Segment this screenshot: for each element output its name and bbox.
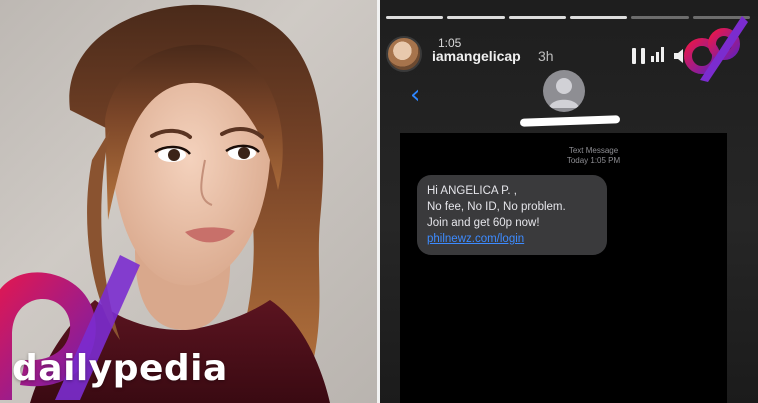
message-line: Hi ANGELICA P. , <box>427 185 517 197</box>
message-line: Join and get 60p now! <box>427 217 540 229</box>
story-progress-segment <box>386 16 444 19</box>
message-thread: Text Message Today 1:05 PM Hi ANGELICA P… <box>400 133 727 403</box>
message-line: No fee, No ID, No problem. <box>427 201 566 213</box>
story-progress-segment <box>569 16 628 19</box>
brand-logo-icon <box>684 16 748 82</box>
message-bubble: Hi ANGELICA P. , No fee, No ID, No probl… <box>417 175 607 255</box>
story-progress-segment <box>508 16 566 19</box>
pause-icon[interactable] <box>632 48 646 64</box>
story-progress-segment <box>447 16 505 19</box>
portrait-photo: dailypedia <box>0 0 377 403</box>
message-type-label: Text Message <box>568 146 619 155</box>
brand-name: dailypedia <box>12 348 228 389</box>
contact-name-redaction <box>519 115 621 127</box>
story-username[interactable]: iamangelicap <box>432 48 521 64</box>
message-link[interactable]: philnewz.com/login <box>427 231 597 247</box>
back-chevron-icon[interactable]: ‹ <box>410 80 420 110</box>
message-timestamp: Today 1:05 PM <box>566 156 621 165</box>
story-screenshot: 1:05 iamangelicap 3h ‹ Text Message Toda… <box>380 0 758 403</box>
contact-avatar-icon <box>543 70 585 112</box>
signal-icon <box>651 47 664 62</box>
story-age: 3h <box>538 48 554 64</box>
story-avatar[interactable] <box>386 36 422 72</box>
